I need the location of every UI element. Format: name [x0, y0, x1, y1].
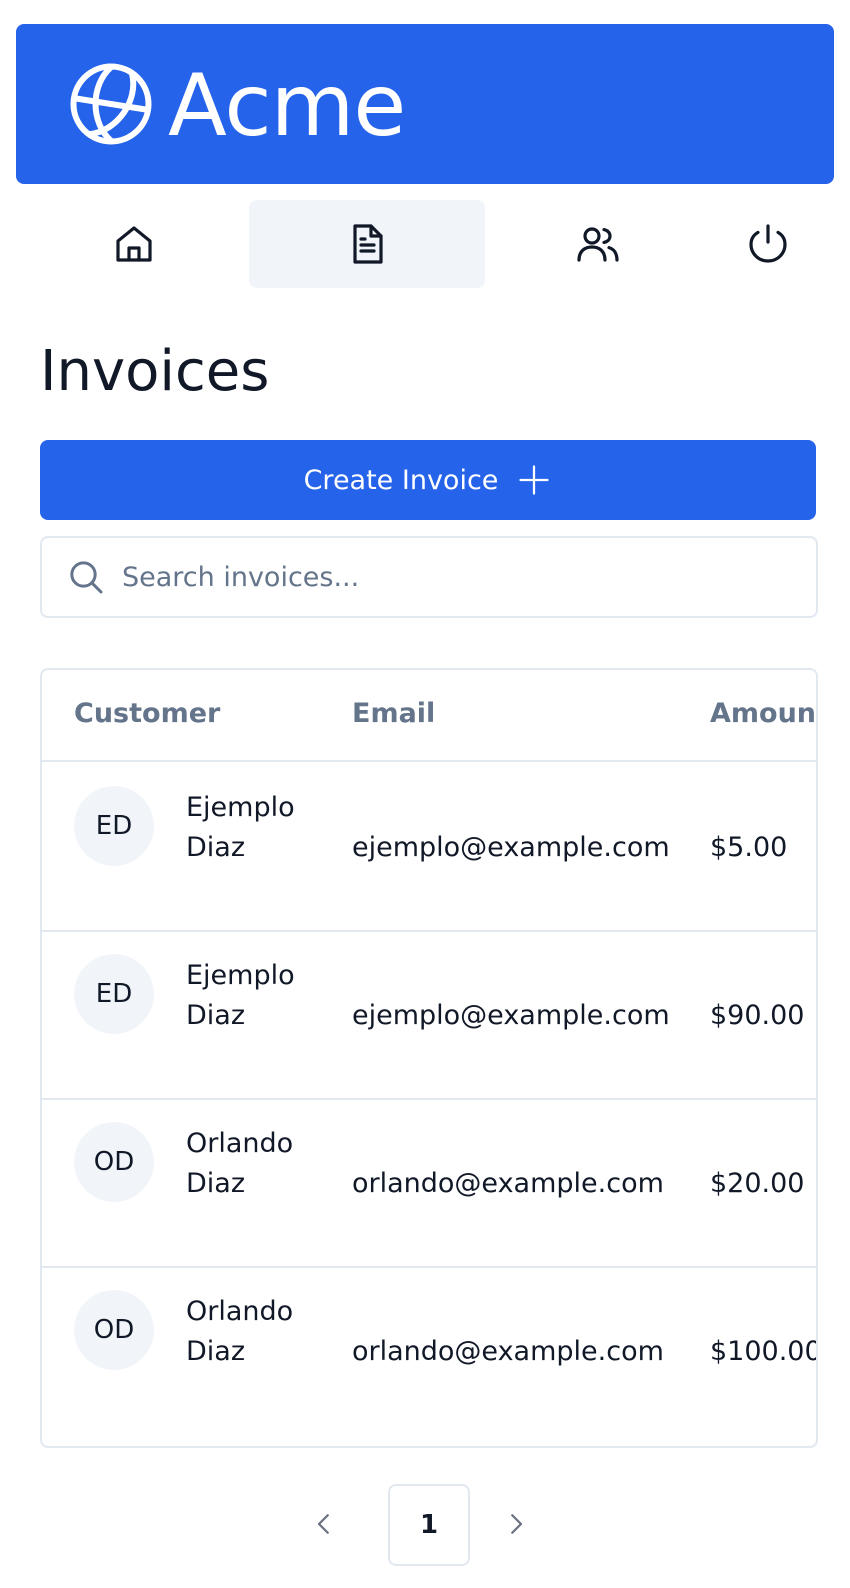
customer-email: orlando@example.com [352, 1336, 664, 1367]
customer-name: Ejemplo Diaz [186, 788, 336, 868]
customer-last-name: Diaz [186, 1168, 246, 1199]
document-icon [353, 224, 383, 264]
invoice-amount: $90.00 [710, 1000, 805, 1031]
main-nav [16, 200, 834, 288]
table-row: ED Ejemplo Diaz ejemplo@example.com $90.… [42, 928, 816, 1100]
customer-email: ejemplo@example.com [352, 1000, 670, 1031]
table-row: OD Orlando Diaz orlando@example.com $100… [42, 1264, 816, 1434]
globe-icon [70, 63, 152, 145]
customer-name: Ejemplo Diaz [186, 956, 336, 1036]
customer-first-name: Ejemplo [186, 792, 295, 823]
next-page-button[interactable] [496, 1504, 536, 1544]
create-invoice-label: Create Invoice [303, 464, 499, 496]
column-header-amount: Amount [710, 698, 818, 729]
search-icon [70, 561, 103, 594]
chevron-left-icon [317, 1514, 329, 1534]
column-header-email: Email [352, 698, 436, 729]
page-number-button[interactable]: 1 [388, 1484, 470, 1566]
nav-invoices[interactable] [249, 200, 485, 288]
customer-first-name: Ejemplo [186, 960, 295, 991]
pagination: 1 [0, 1484, 850, 1566]
avatar: ED [74, 786, 154, 866]
customer-last-name: Diaz [186, 1000, 246, 1031]
table-row: OD Orlando Diaz orlando@example.com $20.… [42, 1096, 816, 1268]
avatar: OD [74, 1290, 154, 1370]
table-header: Customer Email Amount [42, 670, 816, 762]
column-header-customer: Customer [74, 698, 221, 729]
customer-name: Orlando Diaz [186, 1292, 336, 1372]
previous-page-button[interactable] [304, 1504, 344, 1544]
nav-sign-out[interactable] [650, 200, 850, 288]
home-icon [116, 226, 152, 262]
customer-first-name: Orlando [186, 1128, 294, 1159]
brand-name: Acme [168, 56, 406, 156]
page-title: Invoices [40, 339, 270, 404]
customer-name: Orlando Diaz [186, 1124, 336, 1204]
customer-email: ejemplo@example.com [352, 832, 670, 863]
users-icon [577, 227, 619, 262]
avatar: ED [74, 954, 154, 1034]
plus-icon [519, 465, 550, 495]
app-header: Acme [16, 24, 834, 184]
chevron-right-icon [511, 1514, 523, 1534]
invoices-table: Customer Email Amount ED Ejemplo Diaz ej… [40, 668, 818, 1448]
customer-first-name: Orlando [186, 1296, 294, 1327]
nav-home[interactable] [16, 200, 252, 288]
table-row: ED Ejemplo Diaz ejemplo@example.com $5.0… [42, 760, 816, 932]
invoice-amount: $5.00 [710, 832, 788, 863]
power-icon [749, 224, 787, 263]
create-invoice-button[interactable]: Create Invoice [40, 440, 816, 520]
customer-last-name: Diaz [186, 832, 246, 863]
avatar: OD [74, 1122, 154, 1202]
customer-last-name: Diaz [186, 1336, 246, 1367]
invoice-amount: $20.00 [710, 1168, 805, 1199]
customer-email: orlando@example.com [352, 1168, 664, 1199]
search-box [40, 536, 818, 618]
invoice-amount: $100.00 [710, 1336, 818, 1367]
search-input[interactable] [122, 538, 802, 616]
